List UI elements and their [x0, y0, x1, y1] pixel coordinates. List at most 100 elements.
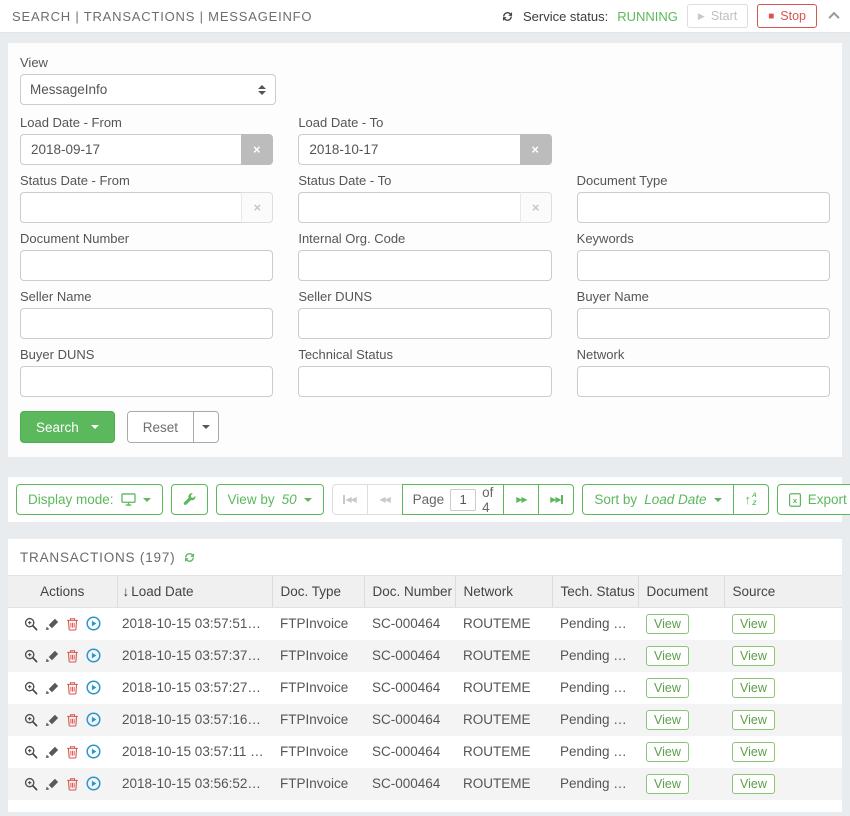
zoom-in-icon[interactable]	[24, 649, 38, 663]
column-header-actions: Actions	[8, 576, 117, 608]
document-type-input[interactable]	[577, 192, 830, 223]
view-by-button[interactable]: View by 50	[216, 484, 324, 515]
document-number-input[interactable]	[20, 250, 273, 281]
tech-status-cell: Pending Revi...	[552, 768, 638, 800]
view-select[interactable]: MessageInfo	[20, 74, 276, 105]
sort-az-icon: ↑ AZ	[745, 492, 757, 506]
sort-by-button[interactable]: Sort by Load Date	[582, 484, 733, 515]
refresh-status-icon[interactable]	[501, 10, 514, 23]
edit-pencil-icon[interactable]	[45, 681, 59, 695]
field-technical-status: Technical Status	[298, 347, 551, 397]
zoom-in-icon[interactable]	[24, 713, 38, 727]
view-source-button[interactable]: View	[732, 614, 775, 634]
stop-square-icon: ■	[768, 11, 774, 22]
settings-wrench-button[interactable]	[171, 484, 208, 515]
search-button[interactable]: Search	[20, 411, 115, 443]
chevron-down-icon	[714, 498, 722, 502]
delete-trash-icon[interactable]	[66, 681, 79, 695]
seller-name-input[interactable]	[20, 308, 273, 339]
refresh-transactions-icon[interactable]	[183, 551, 196, 564]
clear-load-date-to-button[interactable]: ×	[520, 134, 552, 165]
column-header-load-date[interactable]: ↓Load Date	[117, 576, 272, 608]
document-number-label: Document Number	[20, 231, 273, 246]
next-page-button[interactable]: ▶▶	[503, 484, 539, 515]
load-date-cell: 2018-10-15 03:57:27 GMT	[117, 672, 272, 704]
view-source-button[interactable]: View	[732, 710, 775, 730]
status-date-to-input[interactable]	[298, 192, 519, 223]
status-date-from-label: Status Date - From	[20, 173, 273, 188]
zoom-in-icon[interactable]	[24, 681, 38, 695]
delete-trash-icon[interactable]	[66, 777, 79, 791]
play-circle-icon[interactable]	[86, 776, 101, 791]
play-circle-icon[interactable]	[86, 616, 101, 631]
load-date-cell: 2018-10-15 03:57:16 GMT	[117, 704, 272, 736]
last-page-button[interactable]: ▶▶	[538, 484, 574, 515]
internal-org-code-label: Internal Org. Code	[298, 231, 551, 246]
display-mode-button[interactable]: Display mode:	[16, 484, 163, 515]
view-document-button[interactable]: View	[646, 678, 689, 698]
service-status-label: Service status:	[523, 9, 608, 24]
play-circle-icon[interactable]	[86, 680, 101, 695]
delete-trash-icon[interactable]	[66, 713, 79, 727]
internal-org-code-input[interactable]	[298, 250, 551, 281]
sort-arrow-up-icon: ↑	[745, 493, 752, 506]
edit-pencil-icon[interactable]	[45, 745, 59, 759]
chevron-down-icon	[143, 498, 151, 502]
view-source-button[interactable]: View	[732, 678, 775, 698]
play-circle-icon[interactable]	[86, 712, 101, 727]
column-header-tech-status[interactable]: Tech. Status	[552, 576, 638, 608]
buyer-name-input[interactable]	[577, 308, 830, 339]
column-header-doc-number[interactable]: Doc. Number	[364, 576, 455, 608]
table-row: 2018-10-15 03:57:51 GMT FTPInvoice SC-00…	[8, 608, 842, 640]
export-to-excel-button[interactable]: x Export to Excel	[777, 484, 850, 515]
view-document-button[interactable]: View	[646, 710, 689, 730]
zoom-in-icon[interactable]	[24, 745, 38, 759]
technical-status-input[interactable]	[298, 366, 551, 397]
sort-direction-button[interactable]: ↑ AZ	[733, 484, 769, 515]
zoom-in-icon[interactable]	[24, 617, 38, 631]
stop-button[interactable]: ■ Stop	[757, 4, 817, 28]
load-date-to-input[interactable]	[298, 134, 519, 165]
doc-type-cell: FTPInvoice	[272, 640, 364, 672]
page-number-input[interactable]	[450, 489, 476, 511]
view-document-button[interactable]: View	[646, 742, 689, 762]
column-header-doc-type[interactable]: Doc. Type	[272, 576, 364, 608]
view-source-button[interactable]: View	[732, 646, 775, 666]
zoom-in-icon[interactable]	[24, 777, 38, 791]
keywords-input[interactable]	[577, 250, 830, 281]
column-header-network[interactable]: Network	[455, 576, 552, 608]
delete-trash-icon[interactable]	[66, 745, 79, 759]
tech-status-cell: Pending Revi...	[552, 672, 638, 704]
view-document-button[interactable]: View	[646, 774, 689, 794]
edit-pencil-icon[interactable]	[45, 617, 59, 631]
sort-letter-a: A	[752, 492, 757, 499]
network-input[interactable]	[577, 366, 830, 397]
view-source-button[interactable]: View	[732, 742, 775, 762]
doc-type-cell: FTPInvoice	[272, 704, 364, 736]
field-status-date-from: Status Date - From ×	[20, 173, 273, 223]
collapse-chevron-icon[interactable]	[828, 12, 839, 23]
first-page-button[interactable]: ◀◀	[332, 484, 368, 515]
play-circle-icon[interactable]	[86, 744, 101, 759]
field-load-date-to: Load Date - To ×	[298, 115, 551, 165]
column-header-document: Document	[638, 576, 724, 608]
clear-load-date-from-button[interactable]: ×	[241, 134, 273, 165]
status-date-from-input[interactable]	[20, 192, 241, 223]
start-button[interactable]: ▶ Start	[687, 4, 748, 28]
view-document-button[interactable]: View	[646, 614, 689, 634]
previous-page-button[interactable]: ◀◀	[367, 484, 403, 515]
view-source-button[interactable]: View	[732, 774, 775, 794]
buyer-duns-input[interactable]	[20, 366, 273, 397]
edit-pencil-icon[interactable]	[45, 713, 59, 727]
load-date-from-input[interactable]	[20, 134, 241, 165]
delete-trash-icon[interactable]	[66, 649, 79, 663]
sort-letter-z: Z	[752, 500, 757, 507]
seller-duns-input[interactable]	[298, 308, 551, 339]
view-document-button[interactable]: View	[646, 646, 689, 666]
reset-button[interactable]: Reset	[128, 412, 193, 442]
delete-trash-icon[interactable]	[66, 617, 79, 631]
reset-dropdown-button[interactable]	[193, 412, 218, 442]
edit-pencil-icon[interactable]	[45, 649, 59, 663]
play-circle-icon[interactable]	[86, 648, 101, 663]
edit-pencil-icon[interactable]	[45, 777, 59, 791]
